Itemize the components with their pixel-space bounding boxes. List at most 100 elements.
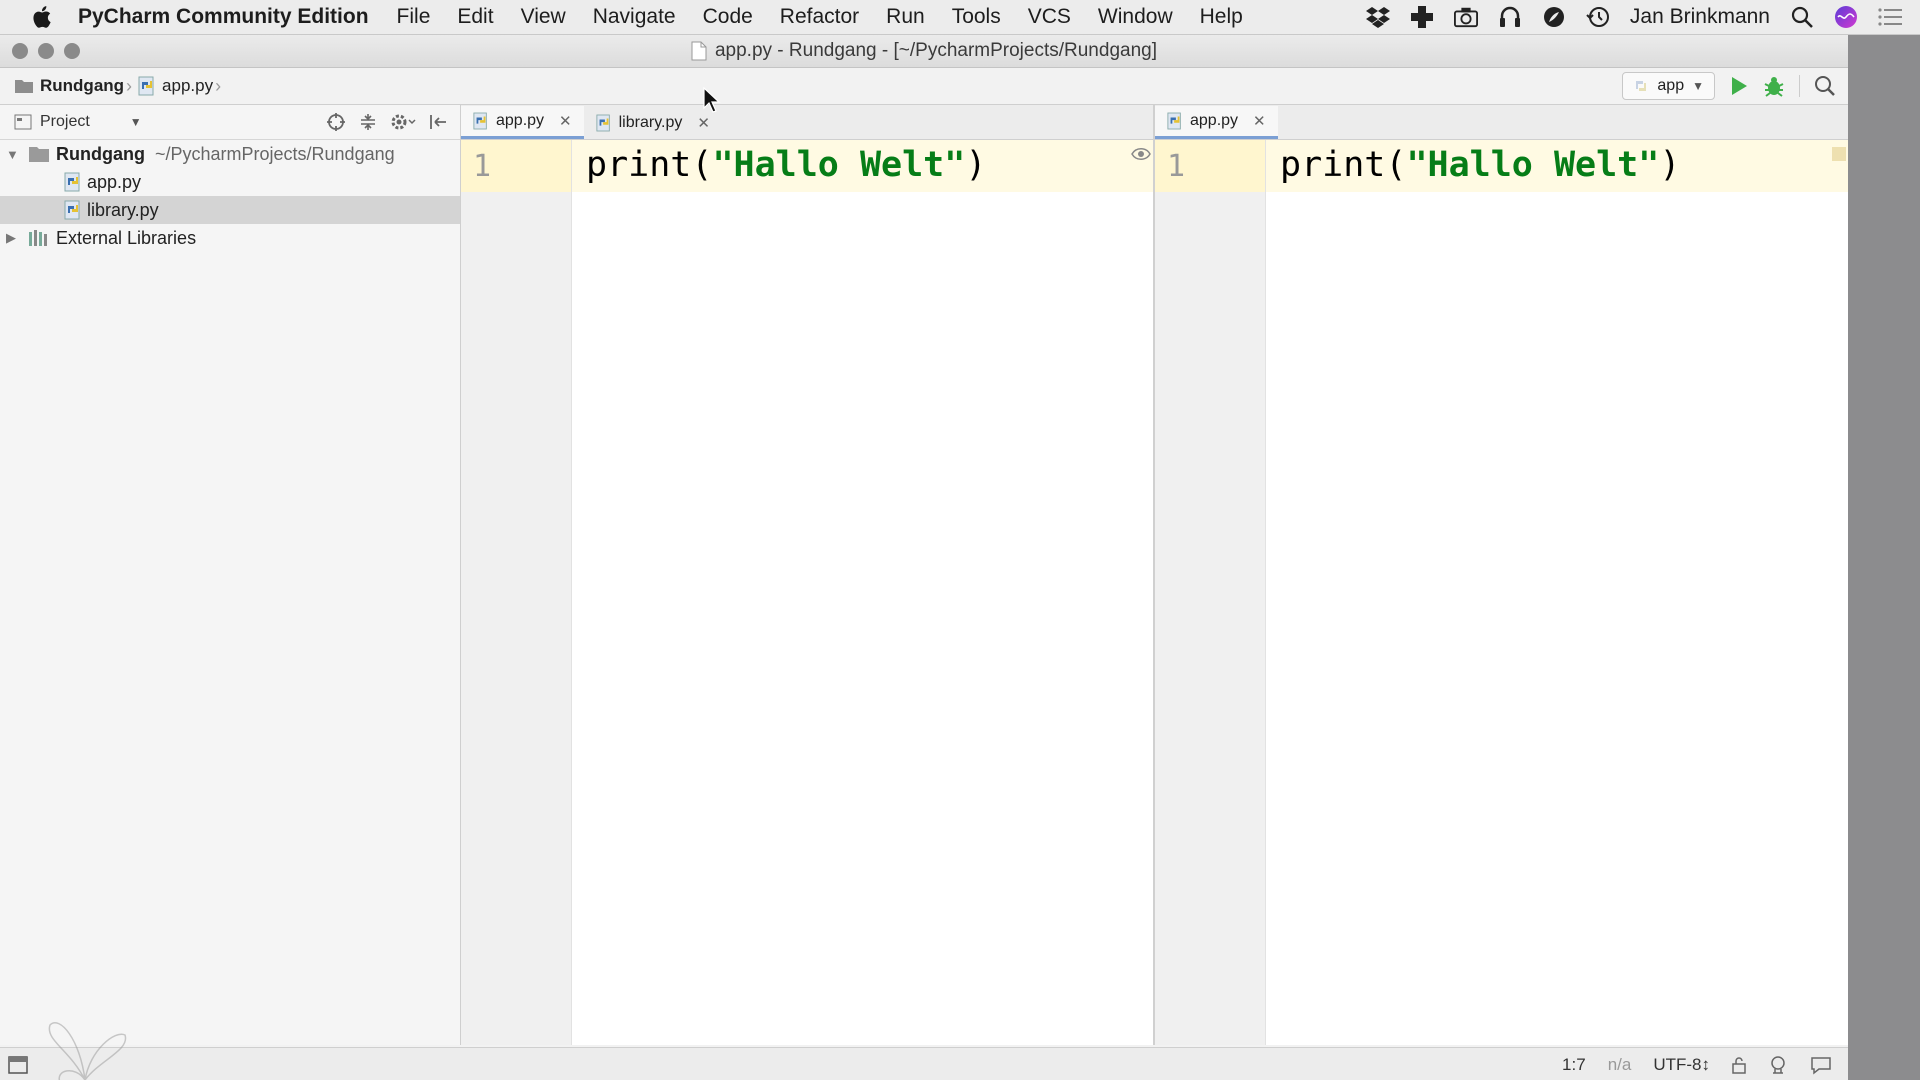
run-configuration-label: app — [1657, 77, 1685, 94]
collapse-all-icon[interactable] — [358, 112, 378, 132]
reader-mode-eye-icon[interactable] — [1131, 147, 1151, 161]
zoom-window-button[interactable] — [64, 43, 80, 59]
code-close-paren: ) — [1659, 145, 1681, 185]
folder-icon — [15, 80, 33, 93]
minimize-window-button[interactable] — [38, 43, 54, 59]
code-string: "Hallo Welt" — [712, 145, 966, 185]
close-tab-icon[interactable]: ✕ — [697, 114, 710, 132]
status-bar: 1:7 n/a UTF-8↕ — [0, 1047, 1848, 1080]
mouse-cursor-icon — [703, 87, 721, 113]
breadcrumb-file[interactable]: app.py — [138, 76, 213, 96]
menu-navigate[interactable]: Navigate — [593, 5, 676, 29]
tab-label: app.py — [1190, 112, 1239, 129]
file-encoding[interactable]: UTF-8↕ — [1653, 1055, 1710, 1075]
document-icon — [691, 41, 707, 61]
folder-icon — [29, 147, 49, 162]
locate-file-icon[interactable] — [326, 112, 346, 132]
code-string: "Hallo Welt" — [1406, 145, 1660, 185]
python-file-icon — [1167, 112, 1181, 130]
spotlight-search-icon[interactable] — [1790, 5, 1814, 29]
menu-view[interactable]: View — [521, 5, 566, 29]
code-line[interactable]: print("Hallo Welt") — [1280, 145, 1680, 185]
project-panel-header: Project ▼ — [0, 105, 460, 140]
line-number-gutter[interactable] — [461, 140, 572, 1045]
tab-library-py[interactable]: library.py ✕ — [584, 106, 722, 139]
analysis-marker[interactable] — [1832, 147, 1846, 161]
code-function: print( — [1280, 145, 1407, 185]
project-root-name: Rundgang — [56, 143, 145, 164]
code-line[interactable]: print("Hallo Welt") — [586, 145, 986, 185]
breadcrumb-file-label: app.py — [162, 76, 214, 95]
leaf-icon[interactable] — [1542, 5, 1566, 29]
menu-tools[interactable]: Tools — [952, 5, 1001, 29]
lock-icon[interactable] — [1732, 1056, 1746, 1074]
menu-file[interactable]: File — [397, 5, 431, 29]
window-controls — [12, 43, 80, 59]
editor-tab-bar: app.py ✕ — [1155, 105, 1848, 140]
app-name-menu[interactable]: PyCharm Community Edition — [78, 5, 369, 29]
project-tool-window: Project ▼ ▼ Rundgang ~/PycharmProjects/R… — [0, 105, 461, 1045]
menu-window[interactable]: Window — [1098, 5, 1173, 29]
menu-help[interactable]: Help — [1200, 5, 1243, 29]
line-separator-status[interactable]: n/a — [1608, 1055, 1632, 1075]
menu-vcs[interactable]: VCS — [1028, 5, 1071, 29]
run-toolbar: app ▼ — [1622, 72, 1836, 100]
run-icon[interactable] — [1729, 75, 1749, 97]
menu-run[interactable]: Run — [886, 5, 925, 29]
headphones-icon[interactable] — [1498, 5, 1522, 29]
collapsed-arrow-icon[interactable]: ▶ — [6, 230, 18, 246]
project-root-path: ~/PycharmProjects/Rundgang — [154, 143, 395, 164]
hide-panel-icon[interactable] — [428, 112, 448, 132]
python-file-icon — [64, 172, 80, 192]
window-title-bar[interactable]: app.py - Rundgang - [~/PycharmProjects/R… — [0, 35, 1848, 68]
notification-center-icon[interactable] — [1878, 5, 1902, 29]
desktop-background-edge — [1848, 35, 1920, 1080]
tab-app-py[interactable]: app.py ✕ — [461, 106, 584, 139]
dropbox-icon[interactable] — [1365, 5, 1390, 29]
tree-item-library-py[interactable]: library.py — [0, 196, 460, 224]
menu-code[interactable]: Code — [703, 5, 753, 29]
tab-app-py[interactable]: app.py ✕ — [1155, 106, 1278, 139]
siri-icon[interactable] — [1834, 5, 1858, 29]
tree-item-external-libraries[interactable]: ▶ External Libraries — [0, 224, 460, 252]
breadcrumb-project-label: Rundgang — [40, 76, 125, 95]
apple-logo-icon[interactable] — [30, 5, 52, 29]
python-file-icon — [138, 76, 154, 96]
tree-item-project-root[interactable]: ▼ Rundgang ~/PycharmProjects/Rundgang — [0, 140, 460, 168]
toolbar-divider — [1799, 75, 1800, 97]
menu-refactor[interactable]: Refactor — [780, 5, 859, 29]
breadcrumb-project[interactable]: Rundgang — [14, 76, 124, 96]
expanded-arrow-icon[interactable]: ▼ — [6, 147, 19, 162]
time-machine-icon[interactable] — [1586, 5, 1610, 29]
tree-item-label: External Libraries — [56, 227, 197, 248]
camera-icon[interactable] — [1453, 5, 1478, 29]
menu-edit[interactable]: Edit — [457, 5, 493, 29]
tool-windows-toggle-icon[interactable] — [8, 1055, 28, 1075]
debug-icon[interactable] — [1763, 75, 1785, 97]
settings-gear-icon[interactable] — [390, 112, 416, 132]
project-view-label[interactable]: Project — [40, 113, 90, 131]
navigation-bar: Rundgang › app.py › app ▼ — [0, 68, 1848, 105]
menubar-status-area: Jan Brinkmann — [1365, 0, 1902, 34]
python-file-icon — [473, 112, 487, 130]
tab-label: library.py — [618, 113, 683, 131]
inspector-icon[interactable] — [1768, 1055, 1788, 1075]
close-tab-icon[interactable]: ✕ — [1253, 112, 1266, 130]
pycharm-window: app.py - Rundgang - [~/PycharmProjects/R… — [0, 35, 1848, 1080]
project-tree: ▼ Rundgang ~/PycharmProjects/Rundgang ap… — [0, 140, 460, 252]
close-window-button[interactable] — [12, 43, 28, 59]
close-tab-icon[interactable]: ✕ — [559, 112, 572, 130]
breadcrumb-separator-icon: › — [126, 75, 133, 96]
breadcrumb-end-icon: › — [215, 75, 222, 96]
event-log-icon[interactable] — [1810, 1055, 1832, 1075]
tree-item-app-py[interactable]: app.py — [0, 168, 460, 196]
caret-position[interactable]: 1:7 — [1562, 1055, 1586, 1075]
project-view-dropdown-icon[interactable]: ▼ — [130, 115, 142, 129]
line-number-gutter[interactable] — [1155, 140, 1266, 1045]
run-configuration-select[interactable]: app ▼ — [1622, 72, 1715, 100]
line-number: 1 — [473, 149, 492, 184]
plus-cross-icon[interactable] — [1410, 5, 1434, 29]
user-name-menu[interactable]: Jan Brinkmann — [1630, 5, 1770, 29]
search-everywhere-icon[interactable] — [1814, 75, 1836, 97]
jetbrains-butterfly-watermark-icon — [48, 1022, 127, 1080]
